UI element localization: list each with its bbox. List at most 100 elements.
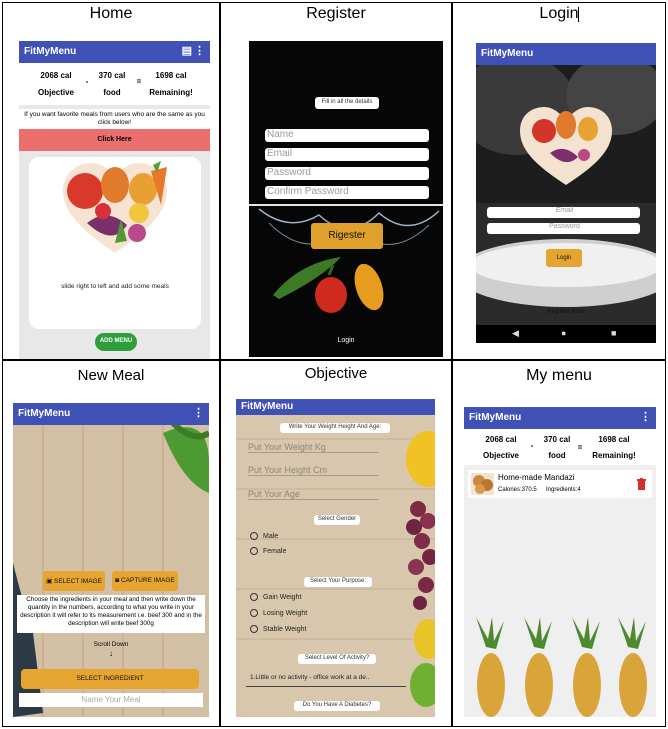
app-bar: FitMyMenu ⋮ [13,403,209,425]
cell-register: Register Fill in all the details Name Em… [220,2,452,360]
losing-weight-radio[interactable] [250,609,258,617]
slide-hint: slide right to left and add some meals [61,283,169,290]
gender-header: Select Gender [314,515,360,525]
home-screen: FitMyMenu ▤ ⋮ 2068 cal Objective - 370 c… [19,41,210,359]
activity-underline [246,686,406,687]
food-label: food [103,88,121,97]
measurements-header: Write Your Weight Height And Age: [280,423,390,433]
password-input[interactable]: Password [265,167,429,180]
register-header: Fill in all the details [315,97,379,109]
meal-name-input[interactable]: Name Your Meal [19,693,203,707]
calorie-summary: 2068 cal Objective - 370 cal food = 1698… [19,63,210,105]
email-input[interactable]: Email [487,207,640,218]
meal-ingredients: Ingredients:4 [546,487,581,493]
cell-login: Login FitMyMenu Email Password Login Reg… [452,2,666,360]
remaining-label: Remaining! [149,88,193,97]
login-screen: FitMyMenu Email Password Login Register … [476,43,656,343]
mandazi-thumbnail [471,473,494,495]
cell-title-objective: Objective [304,365,368,382]
objective-label: Objective [482,451,519,460]
app-title: FitMyMenu [241,401,294,412]
register-button[interactable]: Rigester [311,223,383,249]
register-now-link[interactable]: Register Now! [476,309,656,315]
objective-label: Objective [37,88,74,97]
meal-calories: Calories:370.5 [498,487,537,493]
food-heart-illustration [63,161,167,253]
favorites-hint: If you want favorite meals from users wh… [19,109,210,129]
female-radio[interactable] [250,547,258,555]
activity-header: Select Level Of Activity? [298,654,376,664]
gain-weight-radio[interactable] [250,593,258,601]
select-ingredient-button[interactable]: SELECT INGREDIENT [21,669,199,689]
food-calories: 370 cal [98,71,126,80]
male-label: Male [263,533,279,540]
image-icon: ▣ [46,578,55,585]
losing-weight-label: Losing Weight [263,610,308,617]
capture-image-label: CAPTURE IMAGE [120,577,175,584]
stable-weight-radio[interactable] [250,625,258,633]
select-image-label: SELECT IMAGE [54,578,102,585]
confirm-password-input[interactable]: Confirm Password [265,186,429,199]
remaining-calories: 1698 cal [598,435,630,444]
my-menu-screen: FitMyMenu ⋮ 2068 cal Objective - 370 cal… [464,407,656,717]
login-button[interactable]: Login [546,249,582,267]
cell-title-new-meal: New Meal [77,367,145,384]
remaining-label: Remaining! [592,451,636,460]
back-icon[interactable]: ◀ [512,328,519,339]
meal-card[interactable]: slide right to left and add some meals [29,157,201,329]
weight-input[interactable]: Put Your Weight Kg [248,442,378,453]
height-input[interactable]: Put Your Height Cm [248,465,378,476]
remaining-calories: 1698 cal [155,71,187,80]
password-input[interactable]: Password [487,223,640,234]
app-bar: FitMyMenu ⋮ [464,407,656,429]
recents-icon[interactable]: ■ [611,328,616,338]
cell-new-meal: New Meal FitMyMenu ⋮ ▣ SELECT IMAGE ◙ CA… [2,360,220,727]
activity-select[interactable]: 1.Little or no activity - office work at… [250,674,400,681]
meal-name: Home-made Mandazi [498,473,575,482]
android-nav-bar: ◀ ● ■ [476,325,656,343]
capture-image-button[interactable]: ◙ CAPTURE IMAGE [112,571,178,591]
cell-title-home: Home [89,5,133,22]
add-menu-button[interactable]: ADD MENU [95,333,137,351]
select-image-button[interactable]: ▣ SELECT IMAGE [43,571,105,591]
arrow-down-icon: ↓ [109,649,113,658]
new-meal-screen: FitMyMenu ⋮ ▣ SELECT IMAGE ◙ CAPTURE IMA… [13,403,209,717]
name-input[interactable]: Name [265,129,429,142]
overflow-menu-icon[interactable]: ⋮ [193,406,204,419]
cell-home: Home FitMyMenu ▤ ⋮ 2068 cal Objective - … [2,2,220,360]
app-title: FitMyMenu [469,412,522,423]
delete-icon[interactable] [637,478,646,490]
cell-title-register: Register [306,5,366,22]
hands-background-image [476,65,656,203]
email-input[interactable]: Email [265,148,429,161]
app-title: FitMyMenu [24,46,77,57]
objective-calories: 2068 cal [40,71,72,80]
overflow-menu-icon[interactable]: ⋮ [194,44,205,57]
objective-screen: FitMyMenu Write Your Weight Height And A… [236,399,435,717]
pineapples-image [476,617,647,717]
app-title: FitMyMenu [18,408,71,419]
overflow-menu-icon[interactable]: ⋮ [640,410,651,423]
cell-objective: Objective FitMyMenu Write Your Weight He… [220,360,452,727]
scroll-down-hint: Scroll Down [93,641,129,648]
click-here-button[interactable]: Click Here [19,129,210,151]
login-link[interactable]: Login [249,337,443,344]
age-input[interactable]: Put Your Age [248,489,378,500]
text-cursor [578,7,579,22]
menu-book-icon[interactable]: ▤ [182,44,192,57]
calorie-summary: 2068 cal Objective - 370 cal food = 1698… [464,429,656,465]
objective-calories: 2068 cal [485,435,517,444]
app-title: FitMyMenu [481,48,534,59]
female-label: Female [263,548,287,555]
food-calories: 370 cal [543,435,571,444]
screens-table: Home FitMyMenu ▤ ⋮ 2068 cal Objective - … [2,2,666,727]
meal-instructions: Choose the ingredients in your meal and … [17,595,205,633]
male-radio[interactable] [250,532,258,540]
meal-list-item[interactable]: Home-made Mandazi Calories:370.5 Ingredi… [468,470,652,498]
home-icon[interactable]: ● [561,328,566,338]
stable-weight-label: Stable Weight [263,626,307,633]
gain-weight-label: Gain Weight [263,594,302,601]
register-screen: Fill in all the details Name Email Passw… [249,41,443,357]
splash-vegetables-image [249,204,443,313]
app-bar: FitMyMenu ▤ ⋮ [19,41,210,63]
